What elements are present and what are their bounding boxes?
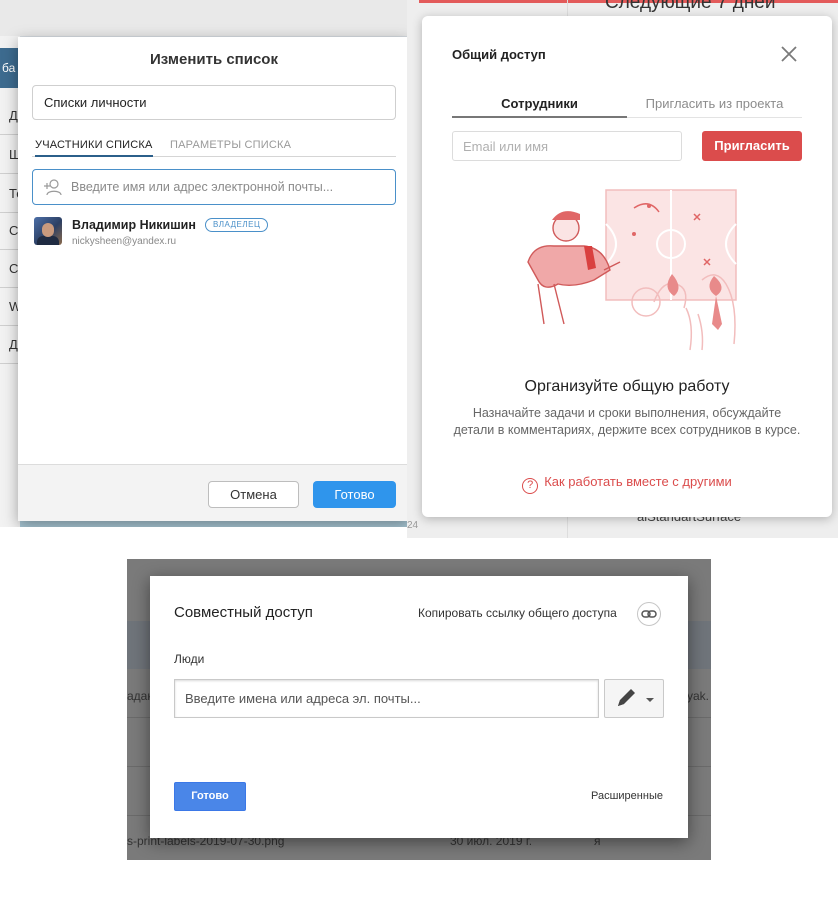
sidebar-item[interactable]: Д (0, 326, 20, 364)
dialog-title: Изменить список (150, 51, 278, 68)
email-or-name-input[interactable]: Email или имя (452, 131, 682, 161)
sidebar-selected-item[interactable]: ба (0, 48, 20, 88)
copy-link-button[interactable]: Копировать ссылку общего доступа (418, 606, 617, 620)
app-top-bar (0, 0, 420, 36)
owner-badge: ВЛАДЕЛЕЦ (205, 218, 269, 232)
help-link[interactable]: ? Как работать вместе с другими (422, 474, 832, 494)
sidebar-selected-label: ба (2, 61, 16, 75)
tab-list-members[interactable]: УЧАСТНИКИ СПИСКА (35, 139, 153, 157)
shared-access-dialog: Общий доступ Сотрудники Пригласить из пр… (422, 16, 832, 517)
cancel-button[interactable]: Отмена (208, 481, 299, 508)
done-button[interactable]: Готово (313, 481, 396, 508)
advanced-link[interactable]: Расширенные (591, 790, 663, 802)
people-label: Люди (174, 652, 205, 666)
empty-state-description: Назначайте задачи и сроки выполнения, об… (453, 406, 801, 437)
pencil-icon (618, 689, 635, 706)
search-placeholder: Введите имя или адрес электронной почты.… (71, 180, 334, 194)
dialog-title: Совместный доступ (174, 604, 313, 621)
dialog-footer: Отмена Готово (18, 464, 410, 521)
member-email: nickysheen@yandex.ru (72, 236, 177, 247)
drive-share-dialog: Совместный доступ Копировать ссылку обще… (150, 576, 688, 838)
empty-state-heading: Организуйте общую работу (524, 378, 730, 395)
collaboration-illustration (514, 184, 754, 354)
tab-invite-from-project[interactable]: Пригласить из проекта (627, 96, 802, 111)
sidebar-item[interactable]: С (0, 250, 20, 288)
sidebar-item[interactable]: Ш (0, 136, 20, 174)
invite-button[interactable]: Пригласить (702, 131, 802, 161)
drive-share-window: адак yak. s-print-labels-2019-07-30.png … (127, 559, 711, 860)
dialog-tabs: УЧАСТНИКИ СПИСКА ПАРАМЕТРЫ СПИСКА (32, 137, 396, 157)
app-sidebar: ба Д Ш Те С С W Д (0, 36, 20, 527)
edit-list-dialog: Изменить список Списки личности УЧАСТНИК… (18, 37, 410, 521)
add-person-icon (43, 178, 63, 201)
done-button[interactable]: Готово (174, 782, 246, 811)
background-text: yak. (687, 689, 710, 703)
tab-employees[interactable]: Сотрудники (452, 96, 627, 118)
member-search-input[interactable]: Введите имя или адрес электронной почты.… (32, 169, 396, 205)
question-icon: ? (522, 478, 539, 494)
permission-dropdown[interactable] (604, 679, 664, 718)
list-member-row[interactable]: Владимир Никишин ВЛАДЕЛЕЦ nickysheen@yan… (34, 217, 394, 251)
close-icon[interactable] (779, 44, 799, 64)
member-name: Владимир Никишин (72, 218, 196, 232)
list-name-field[interactable]: Списки личности (32, 85, 396, 120)
background-view-title: Следующие 7 дней (605, 0, 776, 13)
sidebar-item[interactable]: W (0, 288, 20, 326)
background-text: 24 (407, 520, 419, 531)
sidebar-item[interactable]: Д (0, 97, 20, 135)
shared-access-window: Следующие 7 дней aiStandartSurface 24 Об… (407, 0, 838, 538)
sidebar-item[interactable]: С (0, 212, 20, 250)
dialog-tabs: Сотрудники Пригласить из проекта (452, 96, 802, 118)
avatar (34, 217, 62, 245)
tab-list-settings[interactable]: ПАРАМЕТРЫ СПИСКА (170, 139, 291, 151)
dialog-title: Общий доступ (452, 47, 546, 62)
sidebar-item[interactable]: Те (0, 175, 20, 213)
edit-list-window: ба Д Ш Те С С W Д Изменить список Списки… (0, 0, 420, 527)
people-input[interactable]: Введите имена или адреса эл. почты... (174, 679, 599, 718)
link-icon[interactable] (637, 602, 661, 626)
background-text: адак (127, 689, 153, 703)
help-link-label: Как работать вместе с другими (544, 474, 732, 489)
